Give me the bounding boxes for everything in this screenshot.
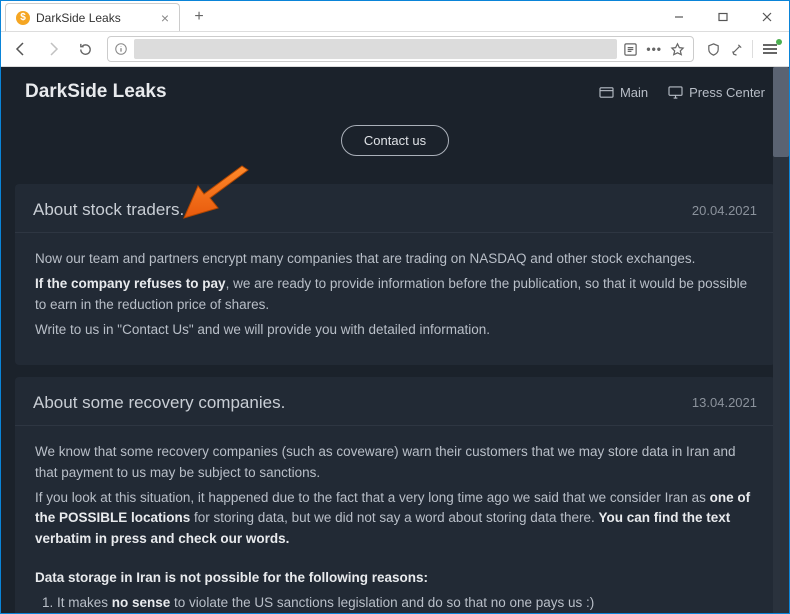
post-text: Data storage in Iran is not possible for…	[35, 568, 755, 589]
minimize-button[interactable]	[657, 3, 701, 31]
post-title: About some recovery companies.	[33, 393, 285, 413]
post-text: Write to us in "Contact Us" and we will …	[35, 320, 755, 341]
reader-mode-icon[interactable]	[623, 42, 638, 57]
maximize-button[interactable]	[701, 3, 745, 31]
shield-icon[interactable]	[706, 42, 721, 57]
list-item: It makes no sense to violate the US sanc…	[57, 593, 755, 613]
browser-tab[interactable]: $ DarkSide Leaks ×	[5, 3, 180, 31]
site-info-icon[interactable]	[114, 42, 128, 56]
monitor-icon	[668, 86, 683, 99]
page-actions-icon[interactable]: •••	[646, 42, 662, 56]
partial-section: Contact us	[1, 115, 789, 172]
post-text: If you look at this situation, it happen…	[35, 488, 755, 551]
main-icon	[599, 86, 614, 99]
tab-favicon: $	[16, 11, 30, 25]
notification-dot-icon	[776, 39, 782, 45]
page-viewport: DarkSide Leaks Main Press Center Contact…	[1, 67, 789, 613]
divider	[752, 40, 753, 58]
url-input[interactable]	[134, 39, 617, 59]
back-button[interactable]	[7, 35, 35, 63]
post-body: We know that some recovery companies (su…	[15, 426, 775, 613]
site-nav: Main Press Center	[599, 85, 765, 100]
browser-toolbar: •••	[1, 31, 789, 67]
post-text-span: If you look at this situation, it happen…	[35, 490, 710, 505]
post-text: Now our team and partners encrypt many c…	[35, 249, 755, 270]
site-brand[interactable]: DarkSide Leaks	[25, 81, 167, 103]
contact-us-button[interactable]: Contact us	[341, 125, 449, 156]
post-text-bold: no sense	[112, 595, 171, 610]
nav-main-label: Main	[620, 85, 648, 100]
post-text-span: for storing data, but we did not say a w…	[190, 510, 598, 525]
nav-press-label: Press Center	[689, 85, 765, 100]
reasons-list: It makes no sense to violate the US sanc…	[35, 593, 755, 613]
url-actions: •••	[623, 42, 687, 57]
post-recovery-companies: About some recovery companies. 13.04.202…	[15, 377, 775, 613]
site-header: DarkSide Leaks Main Press Center	[1, 67, 789, 115]
menu-button[interactable]	[761, 42, 779, 56]
post-text-bold: If the company refuses to pay	[35, 276, 226, 291]
post-text: We know that some recovery companies (su…	[35, 442, 755, 484]
post-text-span: It makes	[57, 595, 112, 610]
post-header: About some recovery companies. 13.04.202…	[15, 377, 775, 426]
forward-button[interactable]	[39, 35, 67, 63]
page-content: DarkSide Leaks Main Press Center Contact…	[1, 67, 789, 613]
close-window-button[interactable]	[745, 3, 789, 31]
post-body: Now our team and partners encrypt many c…	[15, 233, 775, 365]
post-date: 20.04.2021	[692, 203, 757, 218]
tab-strip: $ DarkSide Leaks × +	[1, 1, 212, 31]
address-bar[interactable]: •••	[107, 36, 694, 62]
post-text: If the company refuses to pay, we are re…	[35, 274, 755, 316]
tab-title: DarkSide Leaks	[36, 11, 121, 25]
post-text-bold: Data storage in Iran is not possible for…	[35, 570, 428, 585]
reload-button[interactable]	[71, 35, 99, 63]
post-header: About stock traders. 20.04.2021	[15, 184, 775, 233]
nav-press-center[interactable]: Press Center	[668, 85, 765, 100]
toolbar-right	[702, 40, 783, 58]
bookmark-icon[interactable]	[670, 42, 685, 57]
scrollbar-track[interactable]	[773, 67, 789, 613]
post-date: 13.04.2021	[692, 395, 757, 410]
post-stock-traders: About stock traders. 20.04.2021 Now our …	[15, 184, 775, 365]
window-controls	[657, 3, 789, 31]
sparkle-icon[interactable]	[729, 42, 744, 57]
close-tab-icon[interactable]: ×	[161, 10, 169, 26]
nav-main[interactable]: Main	[599, 85, 648, 100]
window-title-bar: $ DarkSide Leaks × +	[1, 1, 789, 31]
post-text-span: to violate the US sanctions legislation …	[170, 595, 594, 610]
scrollbar-thumb[interactable]	[773, 67, 789, 157]
new-tab-button[interactable]: +	[186, 4, 212, 30]
post-title: About stock traders.	[33, 200, 184, 220]
